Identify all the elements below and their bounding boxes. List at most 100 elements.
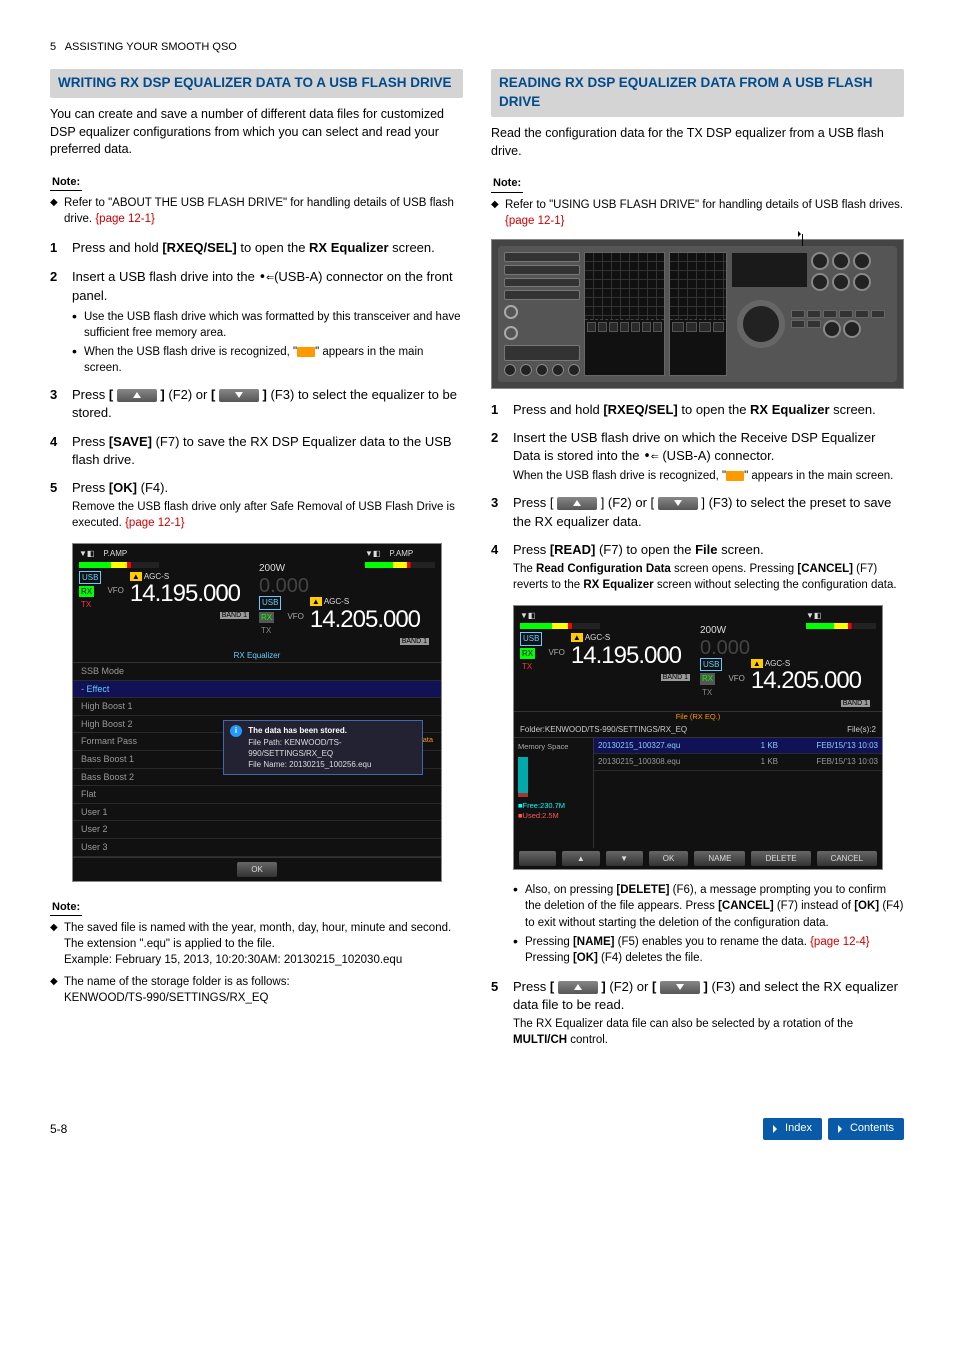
screen-name: RX Equalizer (309, 240, 388, 255)
t: Also, on pressing (525, 884, 616, 896)
agc: AGC-S (585, 633, 610, 642)
rx-tag: RX (79, 586, 94, 597)
key: [CANCEL] (797, 563, 853, 575)
up-key-icon (558, 981, 598, 994)
bullet: Also, on pressing [DELETE] (F6), a messa… (513, 882, 904, 930)
t: (F2) or (606, 979, 652, 994)
used: Used:2.5M (523, 811, 559, 820)
t: to open the (237, 240, 309, 255)
vfo: VFO (548, 647, 564, 658)
freq-a: 14.195.000 (571, 644, 681, 668)
rx-tag: RX (700, 673, 715, 684)
step-2: Insert the USB flash drive on which the … (491, 429, 904, 484)
step-1: Press and hold [RXEQ/SEL] to open the RX… (491, 401, 904, 419)
band: BAND 1 (841, 700, 870, 707)
folder-path: Folder:KENWOOD/TS-990/SETTINGS/RX_EQ (520, 724, 687, 735)
right-section-title: READING RX DSP EQUALIZER DATA FROM A USB… (491, 69, 904, 117)
tx-tag: TX (520, 661, 534, 672)
fbtn (519, 851, 556, 866)
page-link[interactable]: {page 12-4} (810, 936, 869, 948)
transceiver-illustration (491, 239, 904, 389)
step-4: Press [SAVE] (F7) to save the RX DSP Equ… (50, 433, 463, 469)
bullet: Pressing [NAME] (F5) enables you to rena… (513, 934, 904, 966)
list-item: User 3 (73, 839, 441, 857)
tx-tag: TX (700, 687, 714, 698)
t: When the USB flash drive is recognized, … (513, 470, 726, 482)
sz: 1 KB (738, 740, 778, 751)
pamp: P.AMP (389, 549, 413, 558)
fbtn: ▲ (562, 851, 599, 866)
drive-icon (297, 347, 315, 357)
t: Refer to "USING USB FLASH DRIVE" for han… (505, 199, 903, 211)
left-steps: Press and hold [RXEQ/SEL] to open the RX… (50, 239, 463, 531)
left-note1: Refer to "ABOUT THE USB FLASH DRIVE" for… (50, 195, 463, 227)
sz: 1 KB (738, 756, 778, 767)
freq-b: 14.205.000 (751, 669, 861, 693)
rx-tag: RX (259, 612, 274, 623)
usb-tag: USB (520, 632, 542, 645)
t: (F4). (137, 480, 168, 495)
key: [DELETE] (616, 884, 669, 896)
usb-tag: USB (700, 658, 722, 671)
list-item: User 2 (73, 821, 441, 839)
t: Press and hold (72, 240, 162, 255)
t: Formant Pass (81, 736, 137, 746)
fn: 20130215_100308.equ (598, 756, 738, 767)
t: (F4) deletes the file. (598, 952, 703, 964)
step-3: Press [ ] (F2) or [ ] (F3) to select the… (491, 494, 904, 530)
pamp: P.AMP (103, 549, 127, 558)
t: Press and hold (513, 402, 603, 417)
page-link[interactable]: {page 12-1} (95, 213, 154, 225)
t: File Name: 20130215_100256.equ (248, 760, 371, 769)
vfo: VFO (107, 585, 123, 596)
screenshot-saving: ▼◧ P.AMP USB RX TX VFO ▲AGC-S 14.195.000 (72, 543, 442, 881)
chapter-title: ASSISTING YOUR SMOOTH QSO (65, 41, 237, 53)
freq-b: 14.205.000 (310, 608, 420, 632)
key: [OK] (109, 480, 137, 495)
t: (F7) instead of (774, 900, 855, 912)
t: Read Configuration Data (536, 563, 671, 575)
key: [OK] (854, 900, 879, 912)
t: Pressing (525, 936, 573, 948)
right-column: READING RX DSP EQUALIZER DATA FROM A USB… (491, 69, 904, 1058)
t: Press (513, 542, 550, 557)
contents-button[interactable]: Contents (828, 1118, 904, 1139)
up-key-icon (557, 497, 597, 510)
band: BAND 1 (220, 612, 249, 619)
t: KENWOOD/TS-990/SETTINGS/RX_EQ (64, 992, 268, 1004)
index-button[interactable]: Index (763, 1118, 822, 1139)
right-note1: Refer to "USING USB FLASH DRIVE" for han… (491, 197, 904, 229)
left-section-title: WRITING RX DSP EQUALIZER DATA TO A USB F… (50, 69, 463, 98)
page-footer: 5-8 Index Contents (50, 1118, 904, 1139)
t: control. (567, 1034, 608, 1046)
fbtn: ▼ (606, 851, 643, 866)
page-link[interactable]: {page 12-1} (125, 517, 184, 529)
step-4: Press [READ] (F7) to open the File scree… (491, 541, 904, 593)
drive-icon (726, 471, 744, 481)
list-item: Flat (73, 786, 441, 804)
note-label: Note: (50, 175, 82, 191)
band: BAND 1 (400, 638, 429, 645)
t: File Path: KENWOOD/TS-990/SETTINGS/RX_EQ (248, 738, 341, 758)
key: [CANCEL] (718, 900, 774, 912)
t: (F7) to open the (595, 542, 695, 557)
fn: 20130215_100327.equ (598, 740, 738, 751)
screen-title: RX Equalizer (73, 649, 441, 663)
t: Press (72, 480, 109, 495)
fbtn: OK (649, 851, 689, 866)
step-2: Insert a USB flash drive into the •⇐(USB… (50, 268, 463, 377)
step-5: Press [ ] (F2) or [ ] (F3) and select th… (491, 978, 904, 1049)
label: Contents (850, 1121, 894, 1136)
t: ] (F2) or [ (597, 495, 658, 510)
step-5: Press [OK] (F4). Remove the USB flash dr… (50, 479, 463, 531)
memspace-label: Memory Space (518, 742, 589, 753)
t: screen opens. Pressing (671, 563, 798, 575)
left-column: WRITING RX DSP EQUALIZER DATA TO A USB F… (50, 69, 463, 1058)
page-link[interactable]: {page 12-1} (505, 215, 564, 227)
note-label: Note: (50, 900, 82, 916)
bullet: When the USB flash drive is recognized, … (72, 344, 463, 376)
freq-a: 14.195.000 (130, 582, 240, 606)
t: Press (72, 387, 109, 402)
down-key-icon (219, 389, 259, 402)
fbtn: NAME (694, 851, 745, 866)
